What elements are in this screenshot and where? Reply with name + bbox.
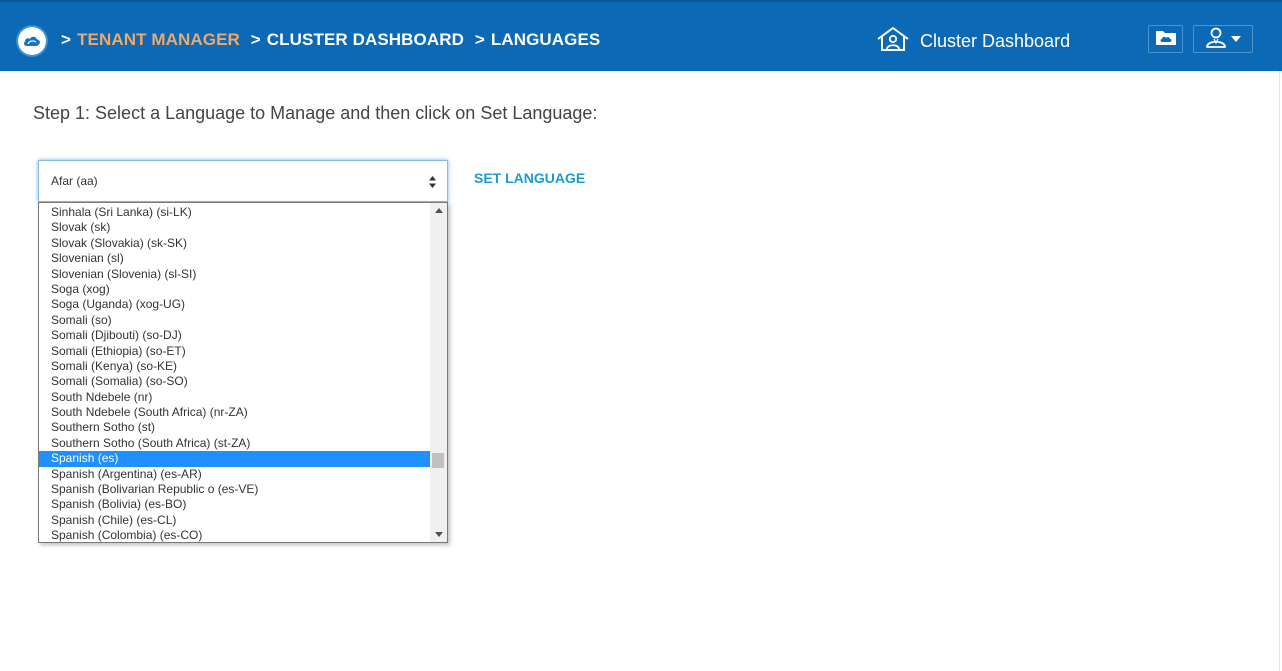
- language-option[interactable]: Southern Sotho (st): [39, 420, 431, 435]
- set-language-button[interactable]: SET LANGUAGE: [474, 170, 585, 186]
- breadcrumb-tenant-manager[interactable]: TENANT MANAGER: [77, 30, 240, 49]
- breadcrumb-cluster-dashboard[interactable]: CLUSTER DASHBOARD: [267, 30, 464, 49]
- breadcrumb-languages: LANGUAGES: [490, 30, 601, 49]
- step-instruction: Step 1: Select a Language to Manage and …: [33, 103, 598, 123]
- cluster-dashboard-label: Cluster Dashboard: [920, 30, 1071, 51]
- language-option[interactable]: Spanish (es): [39, 451, 431, 467]
- user-menu-button[interactable]: [1193, 25, 1253, 53]
- caret-down-icon: [1228, 30, 1242, 48]
- cloud-logo-icon[interactable]: [18, 27, 46, 55]
- dropdown-scrollbar[interactable]: [430, 203, 447, 542]
- language-option[interactable]: South Ndebele (nr): [39, 390, 431, 405]
- language-select[interactable]: Afar (aa): [38, 160, 448, 202]
- page-divider: [1279, 71, 1280, 671]
- top-navigation-bar: > TENANT MANAGER > CLUSTER DASHBOARD > LANG…: [0, 0, 1282, 71]
- language-option[interactable]: Slovenian (Slovenia) (sl-SI): [39, 267, 431, 282]
- language-option[interactable]: South Ndebele (South Africa) (nr-ZA): [39, 405, 431, 420]
- language-options: Sinhala (Sri Lanka) (si-LK) Slovak (sk) Sl…: [39, 205, 431, 542]
- select-arrows-icon: [428, 175, 437, 194]
- language-option[interactable]: Southern Sotho (South Africa) (st-ZA): [39, 436, 431, 451]
- language-option[interactable]: Somali (Djibouti) (so-DJ): [39, 328, 431, 343]
- language-option[interactable]: Spanish (Bolivia) (es-BO): [39, 497, 431, 512]
- house-user-icon: [876, 26, 920, 57]
- language-option[interactable]: Spanish (Chile) (es-CL): [39, 513, 431, 528]
- language-option[interactable]: Soga (Uganda) (xog-UG): [39, 297, 431, 312]
- language-option[interactable]: Soga (xog): [39, 282, 431, 297]
- language-option[interactable]: Somali (so): [39, 313, 431, 328]
- language-option[interactable]: Slovak (sk): [39, 220, 431, 235]
- breadcrumb-separator: >: [474, 30, 485, 49]
- language-option[interactable]: Somali (Kenya) (so-KE): [39, 359, 431, 374]
- language-option[interactable]: Somali (Somalia) (so-SO): [39, 374, 431, 389]
- scroll-up-arrow-icon[interactable]: [435, 208, 443, 213]
- breadcrumb: > TENANT MANAGER > CLUSTER DASHBOARD > LANG…: [61, 30, 600, 50]
- cluster-dashboard-link[interactable]: Cluster Dashboard: [876, 26, 1070, 56]
- cloud-folder-button[interactable]: [1148, 25, 1183, 53]
- language-option[interactable]: Spanish (Bolivarian Republic o (es-VE): [39, 482, 431, 497]
- breadcrumb-separator: >: [250, 30, 261, 49]
- scroll-thumb[interactable]: [432, 453, 444, 468]
- language-option[interactable]: Spanish (Colombia) (es-CO): [39, 528, 431, 542]
- language-option[interactable]: Slovenian (sl): [39, 251, 431, 266]
- scroll-down-arrow-icon[interactable]: [435, 532, 443, 537]
- language-select-value: Afar (aa): [51, 174, 98, 188]
- cloud-folder-icon: [1155, 28, 1177, 51]
- language-option[interactable]: Sinhala (Sri Lanka) (si-LK): [39, 205, 431, 220]
- language-option[interactable]: Slovak (Slovakia) (sk-SK): [39, 236, 431, 251]
- breadcrumb-separator: >: [61, 30, 72, 49]
- language-dropdown-list[interactable]: Sinhala (Sri Lanka) (si-LK) Slovak (sk) Sl…: [38, 202, 448, 543]
- language-option[interactable]: Somali (Ethiopia) (so-ET): [39, 344, 431, 359]
- user-icon: [1204, 26, 1228, 53]
- language-option[interactable]: Spanish (Argentina) (es-AR): [39, 467, 431, 482]
